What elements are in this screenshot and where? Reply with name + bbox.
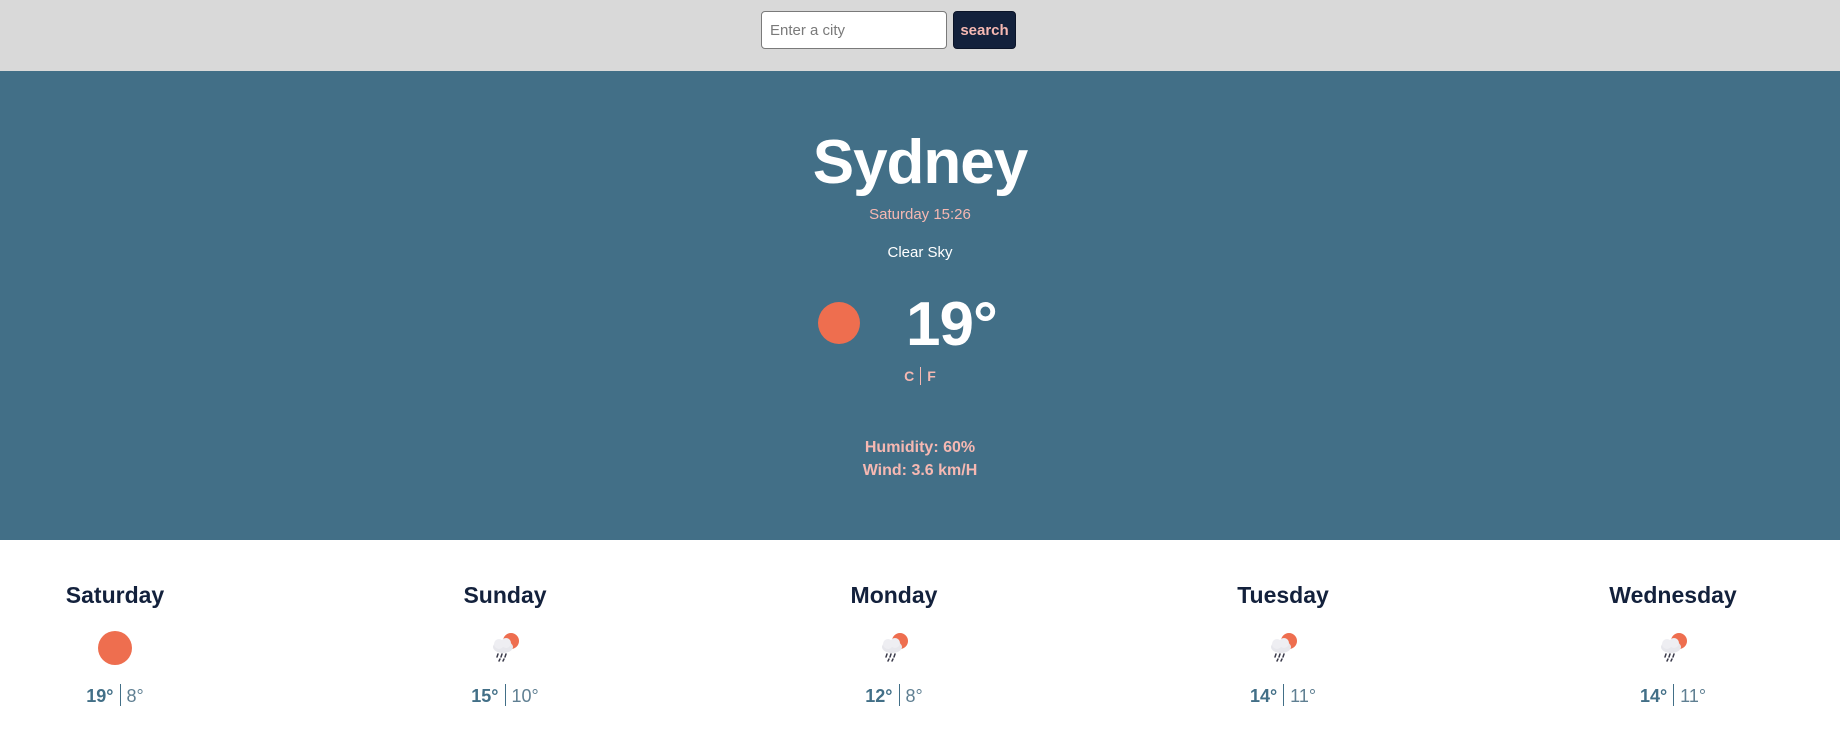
current-weather-panel: Sydney Saturday 15:26 Clear Sky 19° CF H… <box>0 71 1840 540</box>
temp-divider <box>119 684 121 706</box>
forecast-day: Tuesday 14° 11° <box>1173 582 1393 712</box>
forecast-day-name: Saturday <box>65 582 165 608</box>
forecast-temps: 15° 10° <box>395 684 615 707</box>
weather-condition: Clear Sky <box>887 244 953 261</box>
forecast-min-temp: 11° <box>1680 686 1707 706</box>
temp-divider <box>898 684 900 706</box>
temp-divider <box>1673 684 1675 706</box>
forecast-max-temp: 14° <box>1249 686 1278 706</box>
date-time: Saturday 15:26 <box>869 206 971 223</box>
forecast-day: Wednesday 14° 11° <box>1563 582 1783 712</box>
forecast-min-temp: 8° <box>905 686 923 706</box>
top-bar: search <box>0 0 1840 71</box>
celsius-toggle[interactable]: C <box>904 368 914 384</box>
wind-readout: Wind: 3.6 km/H <box>862 462 978 479</box>
sun-icon <box>818 302 860 344</box>
rain-cloud-sun-icon <box>1271 633 1297 662</box>
forecast-max-temp: 19° <box>86 686 114 706</box>
forecast-day-name: Monday <box>850 582 938 608</box>
forecast-temps: 12° 8° <box>784 684 1004 707</box>
forecast-day: Sunday 15° 10° <box>395 582 615 712</box>
forecast-min-temp: 11° <box>1290 686 1317 706</box>
forecast-day-name: Wednesday <box>1609 582 1737 608</box>
forecast-day: Monday 12° 8° <box>784 582 1004 712</box>
rain-cloud-sun-icon <box>493 633 519 662</box>
temp-divider <box>504 684 506 706</box>
forecast-temps: 14° 11° <box>1563 684 1783 707</box>
city-name: Sydney <box>812 128 1029 197</box>
temp-divider <box>1283 684 1285 706</box>
rain-cloud-sun-icon <box>882 633 908 662</box>
humidity-readout: Humidity: 60% <box>864 439 976 456</box>
fahrenheit-toggle[interactable]: F <box>927 368 936 384</box>
forecast-day-name: Tuesday <box>1237 582 1329 608</box>
sun-icon <box>98 631 132 665</box>
forecast-max-temp: 14° <box>1639 686 1668 706</box>
city-search-input[interactable] <box>761 11 947 49</box>
forecast-min-temp: 8° <box>126 686 144 706</box>
unit-divider <box>920 367 922 385</box>
unit-toggle: CF <box>0 367 1840 385</box>
rain-cloud-sun-icon <box>1661 633 1687 662</box>
forecast-min-temp: 10° <box>511 686 539 706</box>
forecast-temps: 14° 11° <box>1173 684 1393 707</box>
current-temperature: 19° <box>906 290 998 359</box>
forecast-max-temp: 15° <box>471 686 499 706</box>
forecast-temps: 19° 8° <box>5 684 225 707</box>
forecast-day: Saturday 19° 8° <box>5 582 225 712</box>
forecast-max-temp: 12° <box>865 686 893 706</box>
forecast-day-name: Sunday <box>463 582 547 608</box>
search-button[interactable]: search <box>953 11 1016 49</box>
